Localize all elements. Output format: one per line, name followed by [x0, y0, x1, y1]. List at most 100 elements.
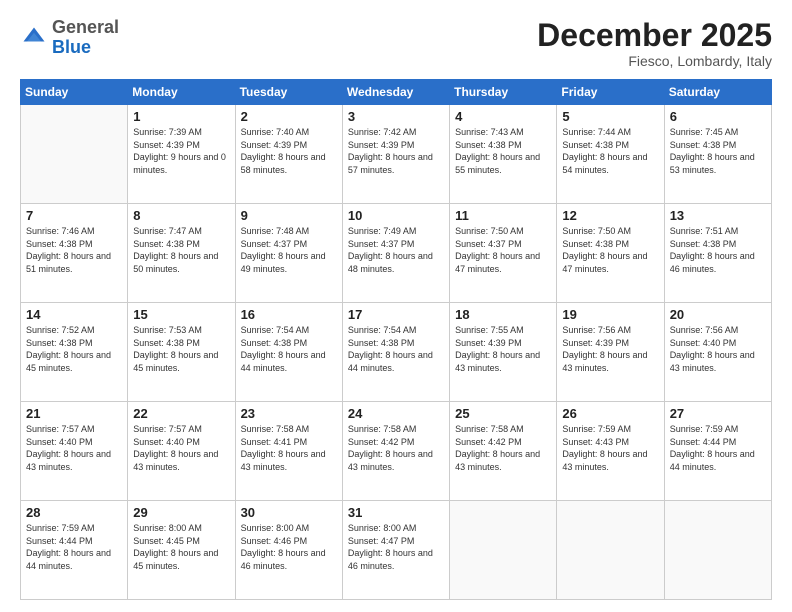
- calendar-cell: 18 Sunrise: 7:55 AMSunset: 4:39 PMDayligh…: [450, 303, 557, 402]
- calendar-cell: 29Sunrise: 8:00 AMSunset: 4:45 PMDayligh…: [128, 501, 235, 600]
- cell-info: Sunrise: 7:57 AMSunset: 4:40 PMDaylight:…: [133, 423, 229, 473]
- day-number: 2: [241, 109, 337, 124]
- calendar-cell: 21 Sunrise: 7:57 AMSunset: 4:40 PMDayligh…: [21, 402, 128, 501]
- calendar-cell: 25 Sunrise: 7:58 AMSunset: 4:42 PMDayligh…: [450, 402, 557, 501]
- day-number: 31: [348, 505, 444, 520]
- week-row-5: 28Sunrise: 7:59 AMSunset: 4:44 PMDayligh…: [21, 501, 772, 600]
- day-header-sunday: Sunday: [21, 80, 128, 105]
- cell-info: Sunrise: 8:00 AMSunset: 4:45 PMDaylight:…: [133, 522, 229, 572]
- cell-info: Sunrise: 7:59 AMSunset: 4:44 PMDaylight:…: [26, 522, 122, 572]
- cell-info: Sunrise: 7:54 AMSunset: 4:38 PMDaylight:…: [241, 324, 337, 374]
- calendar-cell: 11 Sunrise: 7:50 AMSunset: 4:37 PMDayligh…: [450, 204, 557, 303]
- calendar-cell: 9 Sunrise: 7:48 AMSunset: 4:37 PMDaylight…: [235, 204, 342, 303]
- cell-info: Sunrise: 7:47 AMSunset: 4:38 PMDaylight:…: [133, 225, 229, 275]
- cell-info: Sunrise: 7:59 AMSunset: 4:43 PMDaylight:…: [562, 423, 658, 473]
- calendar-cell: 6Sunrise: 7:45 AMSunset: 4:38 PMDaylight…: [664, 105, 771, 204]
- day-number: 12: [562, 208, 658, 223]
- day-header-monday: Monday: [128, 80, 235, 105]
- page: General Blue December 2025 Fiesco, Lomba…: [0, 0, 792, 612]
- day-header-thursday: Thursday: [450, 80, 557, 105]
- day-number: 3: [348, 109, 444, 124]
- calendar-cell: 27Sunrise: 7:59 AMSunset: 4:44 PMDayligh…: [664, 402, 771, 501]
- cell-info: Sunrise: 7:51 AMSunset: 4:38 PMDaylight:…: [670, 225, 766, 275]
- calendar-cell: [450, 501, 557, 600]
- cell-info: Sunrise: 7:58 AMSunset: 4:42 PMDaylight:…: [455, 423, 551, 473]
- cell-info: Sunrise: 7:50 AMSunset: 4:38 PMDaylight:…: [562, 225, 658, 275]
- calendar-cell: [557, 501, 664, 600]
- cell-info: Sunrise: 7:54 AMSunset: 4:38 PMDaylight:…: [348, 324, 444, 374]
- day-number: 21: [26, 406, 122, 421]
- header: General Blue December 2025 Fiesco, Lomba…: [20, 18, 772, 69]
- calendar-cell: 2 Sunrise: 7:40 AMSunset: 4:39 PMDaylight…: [235, 105, 342, 204]
- cell-info: Sunrise: 7:39 AMSunset: 4:39 PMDaylight:…: [133, 126, 229, 176]
- day-number: 14: [26, 307, 122, 322]
- day-header-friday: Friday: [557, 80, 664, 105]
- cell-info: Sunrise: 7:44 AMSunset: 4:38 PMDaylight:…: [562, 126, 658, 176]
- calendar-cell: 5 Sunrise: 7:44 AMSunset: 4:38 PMDaylight…: [557, 105, 664, 204]
- day-number: 10: [348, 208, 444, 223]
- calendar-cell: 20Sunrise: 7:56 AMSunset: 4:40 PMDayligh…: [664, 303, 771, 402]
- day-number: 17: [348, 307, 444, 322]
- cell-info: Sunrise: 7:46 AMSunset: 4:38 PMDaylight:…: [26, 225, 122, 275]
- week-row-2: 7 Sunrise: 7:46 AMSunset: 4:38 PMDaylight…: [21, 204, 772, 303]
- day-number: 9: [241, 208, 337, 223]
- week-row-4: 21 Sunrise: 7:57 AMSunset: 4:40 PMDayligh…: [21, 402, 772, 501]
- calendar-cell: 3Sunrise: 7:42 AMSunset: 4:39 PMDaylight…: [342, 105, 449, 204]
- day-number: 18: [455, 307, 551, 322]
- calendar-table: SundayMondayTuesdayWednesdayThursdayFrid…: [20, 79, 772, 600]
- calendar-cell: [664, 501, 771, 600]
- day-number: 26: [562, 406, 658, 421]
- day-number: 4: [455, 109, 551, 124]
- week-row-1: 1Sunrise: 7:39 AMSunset: 4:39 PMDaylight…: [21, 105, 772, 204]
- logo: General Blue: [20, 18, 119, 58]
- calendar-cell: 19 Sunrise: 7:56 AMSunset: 4:39 PMDayligh…: [557, 303, 664, 402]
- header-row: SundayMondayTuesdayWednesdayThursdayFrid…: [21, 80, 772, 105]
- day-header-saturday: Saturday: [664, 80, 771, 105]
- day-number: 6: [670, 109, 766, 124]
- day-number: 30: [241, 505, 337, 520]
- calendar-cell: 30 Sunrise: 8:00 AMSunset: 4:46 PMDayligh…: [235, 501, 342, 600]
- day-number: 24: [348, 406, 444, 421]
- day-number: 7: [26, 208, 122, 223]
- calendar-cell: 16Sunrise: 7:54 AMSunset: 4:38 PMDayligh…: [235, 303, 342, 402]
- calendar-cell: 8 Sunrise: 7:47 AMSunset: 4:38 PMDaylight…: [128, 204, 235, 303]
- day-number: 23: [241, 406, 337, 421]
- cell-info: Sunrise: 7:50 AMSunset: 4:37 PMDaylight:…: [455, 225, 551, 275]
- cell-info: Sunrise: 8:00 AMSunset: 4:46 PMDaylight:…: [241, 522, 337, 572]
- cell-info: Sunrise: 7:43 AMSunset: 4:38 PMDaylight:…: [455, 126, 551, 176]
- calendar-cell: 15Sunrise: 7:53 AMSunset: 4:38 PMDayligh…: [128, 303, 235, 402]
- day-number: 19: [562, 307, 658, 322]
- cell-info: Sunrise: 8:00 AMSunset: 4:47 PMDaylight:…: [348, 522, 444, 572]
- month-title: December 2025: [537, 18, 772, 53]
- calendar-cell: 12 Sunrise: 7:50 AMSunset: 4:38 PMDayligh…: [557, 204, 664, 303]
- calendar-cell: 23Sunrise: 7:58 AMSunset: 4:41 PMDayligh…: [235, 402, 342, 501]
- day-number: 25: [455, 406, 551, 421]
- day-number: 15: [133, 307, 229, 322]
- cell-info: Sunrise: 7:57 AMSunset: 4:40 PMDaylight:…: [26, 423, 122, 473]
- calendar-cell: 13 Sunrise: 7:51 AMSunset: 4:38 PMDayligh…: [664, 204, 771, 303]
- cell-info: Sunrise: 7:56 AMSunset: 4:39 PMDaylight:…: [562, 324, 658, 374]
- cell-info: Sunrise: 7:58 AMSunset: 4:42 PMDaylight:…: [348, 423, 444, 473]
- logo-icon: [20, 24, 48, 52]
- day-number: 22: [133, 406, 229, 421]
- calendar-cell: [21, 105, 128, 204]
- calendar-cell: 22 Sunrise: 7:57 AMSunset: 4:40 PMDayligh…: [128, 402, 235, 501]
- day-header-tuesday: Tuesday: [235, 80, 342, 105]
- calendar-cell: 31 Sunrise: 8:00 AMSunset: 4:47 PMDayligh…: [342, 501, 449, 600]
- cell-info: Sunrise: 7:49 AMSunset: 4:37 PMDaylight:…: [348, 225, 444, 275]
- title-block: December 2025 Fiesco, Lombardy, Italy: [537, 18, 772, 69]
- day-number: 11: [455, 208, 551, 223]
- day-number: 27: [670, 406, 766, 421]
- week-row-3: 14Sunrise: 7:52 AMSunset: 4:38 PMDayligh…: [21, 303, 772, 402]
- calendar-cell: 4 Sunrise: 7:43 AMSunset: 4:38 PMDaylight…: [450, 105, 557, 204]
- cell-info: Sunrise: 7:48 AMSunset: 4:37 PMDaylight:…: [241, 225, 337, 275]
- day-number: 8: [133, 208, 229, 223]
- day-number: 13: [670, 208, 766, 223]
- cell-info: Sunrise: 7:40 AMSunset: 4:39 PMDaylight:…: [241, 126, 337, 176]
- calendar-cell: 14Sunrise: 7:52 AMSunset: 4:38 PMDayligh…: [21, 303, 128, 402]
- day-number: 20: [670, 307, 766, 322]
- day-number: 5: [562, 109, 658, 124]
- logo-general-text: General: [52, 17, 119, 37]
- cell-info: Sunrise: 7:55 AMSunset: 4:39 PMDaylight:…: [455, 324, 551, 374]
- calendar-cell: 7 Sunrise: 7:46 AMSunset: 4:38 PMDaylight…: [21, 204, 128, 303]
